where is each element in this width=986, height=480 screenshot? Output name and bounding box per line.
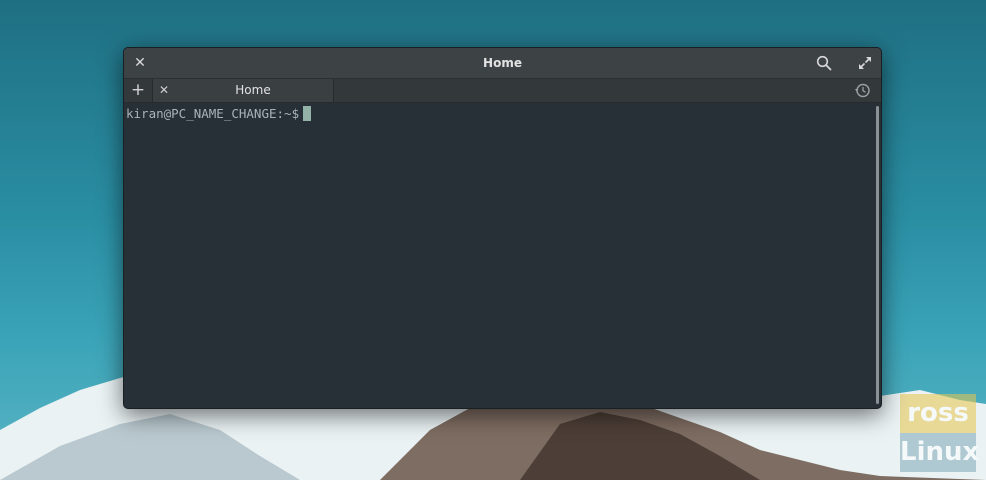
search-icon	[816, 55, 832, 71]
terminal-window: ✕ Home + ✕ Home kiran@PC_NAME_CHANGE:~$	[123, 47, 882, 409]
terminal-output[interactable]: kiran@PC_NAME_CHANGE:~$	[124, 103, 881, 408]
title-bar[interactable]: ✕ Home	[124, 48, 881, 79]
scrollbar[interactable]	[876, 106, 879, 404]
history-icon[interactable]	[854, 82, 871, 99]
search-button[interactable]	[809, 48, 839, 78]
window-title: Home	[483, 56, 522, 70]
text-cursor	[303, 106, 312, 121]
tab-bar: + ✕ Home	[124, 79, 881, 103]
tab-home[interactable]: ✕ Home	[153, 79, 334, 102]
prompt-line: kiran@PC_NAME_CHANGE:~$	[126, 106, 879, 122]
plus-icon: +	[130, 80, 146, 100]
watermark-line-1: ross	[900, 394, 976, 433]
tab-label: Home	[235, 83, 271, 97]
watermark-line-2: Linux	[900, 433, 979, 472]
shell-prompt: kiran@PC_NAME_CHANGE:~$	[126, 106, 300, 121]
maximize-icon	[859, 57, 871, 69]
site-watermark: ross Linux	[900, 394, 979, 472]
new-tab-button[interactable]: +	[124, 79, 153, 102]
maximize-button[interactable]	[850, 48, 880, 78]
tab-close-button[interactable]: ✕	[159, 79, 169, 102]
